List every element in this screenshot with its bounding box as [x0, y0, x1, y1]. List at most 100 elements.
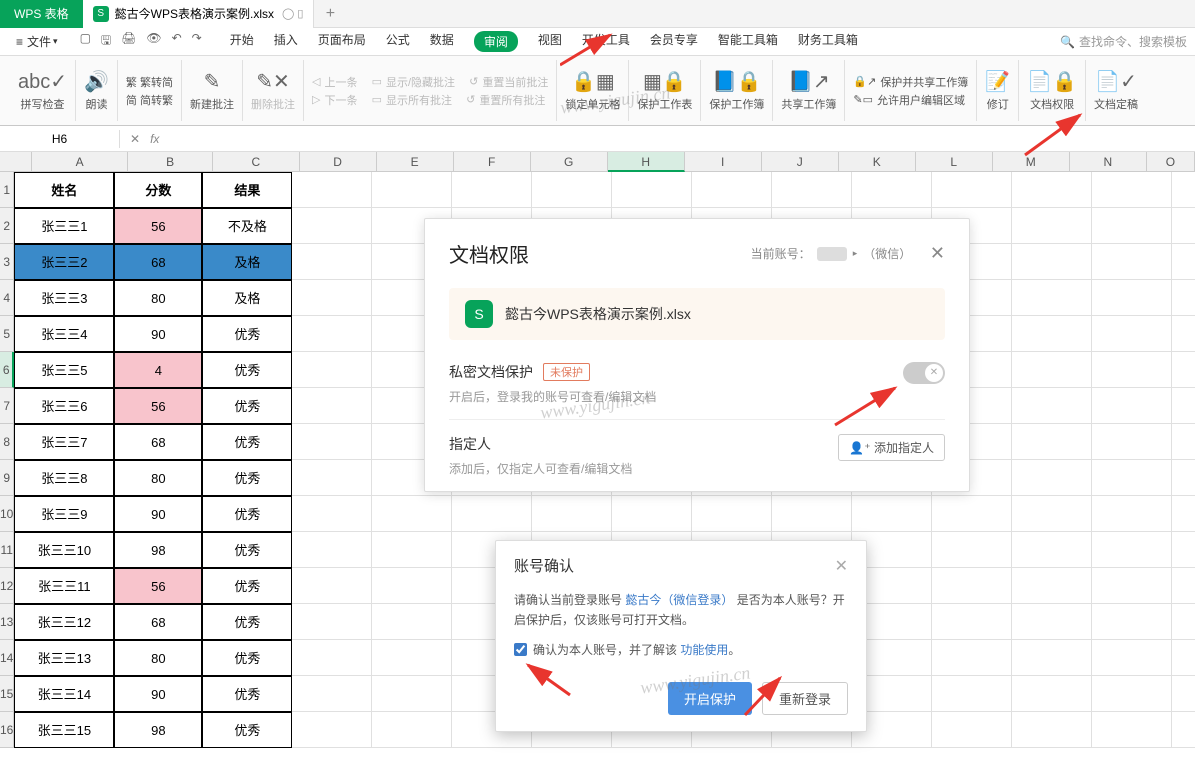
cell-D12[interactable]: [292, 568, 372, 604]
cell-M15[interactable]: [1012, 676, 1092, 712]
col-header-O[interactable]: O: [1147, 152, 1195, 172]
open-icon[interactable]: ▢: [80, 31, 91, 52]
menu-item-2[interactable]: 页面布局: [318, 31, 366, 52]
cell-D8[interactable]: [292, 424, 372, 460]
cell-L13[interactable]: [932, 604, 1012, 640]
close-button[interactable]: ✕: [835, 556, 848, 576]
cell-C6[interactable]: 优秀: [202, 352, 292, 388]
cell-E12[interactable]: [372, 568, 452, 604]
cell-B11[interactable]: 98: [114, 532, 202, 568]
cell-M6[interactable]: [1012, 352, 1092, 388]
cell-O4[interactable]: [1172, 280, 1195, 316]
convert-group[interactable]: 繁 繁转简 简 简转繁: [118, 60, 182, 121]
cell-J10[interactable]: [772, 496, 852, 532]
cell-D3[interactable]: [292, 244, 372, 280]
cell-C5[interactable]: 优秀: [202, 316, 292, 352]
cell-O1[interactable]: [1172, 172, 1195, 208]
cell-M8[interactable]: [1012, 424, 1092, 460]
cell-A12[interactable]: 张三三11: [14, 568, 114, 604]
cell-M12[interactable]: [1012, 568, 1092, 604]
cell-C4[interactable]: 及格: [202, 280, 292, 316]
cell-A15[interactable]: 张三三14: [14, 676, 114, 712]
cell-D4[interactable]: [292, 280, 372, 316]
col-header-G[interactable]: G: [531, 152, 608, 172]
cell-A6[interactable]: 张三三5: [14, 352, 114, 388]
usage-link[interactable]: 功能使用: [680, 643, 728, 657]
close-button[interactable]: ✕: [930, 243, 945, 264]
cell-D9[interactable]: [292, 460, 372, 496]
row-header-8[interactable]: 8: [0, 424, 14, 460]
cell-D14[interactable]: [292, 640, 372, 676]
cell-C16[interactable]: 优秀: [202, 712, 292, 748]
col-header-B[interactable]: B: [128, 152, 213, 172]
cell-A11[interactable]: 张三三10: [14, 532, 114, 568]
cell-O8[interactable]: [1172, 424, 1195, 460]
cell-I10[interactable]: [692, 496, 772, 532]
cell-M1[interactable]: [1012, 172, 1092, 208]
cell-H10[interactable]: [612, 496, 692, 532]
save-icon[interactable]: 🖫: [101, 31, 111, 52]
cell-B1[interactable]: 分数: [114, 172, 202, 208]
cell-I1[interactable]: [692, 172, 772, 208]
cell-L10[interactable]: [932, 496, 1012, 532]
cell-N12[interactable]: [1092, 568, 1172, 604]
cell-B12[interactable]: 56: [114, 568, 202, 604]
cell-D13[interactable]: [292, 604, 372, 640]
cell-D1[interactable]: [292, 172, 372, 208]
col-header-J[interactable]: J: [762, 152, 839, 172]
cell-L1[interactable]: [932, 172, 1012, 208]
cell-N2[interactable]: [1092, 208, 1172, 244]
cell-K1[interactable]: [852, 172, 932, 208]
cell-N3[interactable]: [1092, 244, 1172, 280]
cell-C2[interactable]: 不及格: [202, 208, 292, 244]
cell-M14[interactable]: [1012, 640, 1092, 676]
file-menu[interactable]: ≡ 文件 ▾: [8, 33, 66, 50]
undo-icon[interactable]: ↶: [172, 31, 182, 52]
cell-A2[interactable]: 张三三1: [14, 208, 114, 244]
cell-N5[interactable]: [1092, 316, 1172, 352]
col-header-I[interactable]: I: [685, 152, 762, 172]
cell-C14[interactable]: 优秀: [202, 640, 292, 676]
row-header-6[interactable]: 6: [0, 352, 14, 388]
cell-L15[interactable]: [932, 676, 1012, 712]
cell-N7[interactable]: [1092, 388, 1172, 424]
cell-D10[interactable]: [292, 496, 372, 532]
cell-C8[interactable]: 优秀: [202, 424, 292, 460]
cell-M9[interactable]: [1012, 460, 1092, 496]
menu-item-7[interactable]: 开发工具: [582, 31, 630, 52]
show-icon[interactable]: ▭: [372, 75, 382, 88]
cell-N13[interactable]: [1092, 604, 1172, 640]
prev-icon[interactable]: ◁: [312, 75, 320, 88]
cell-D11[interactable]: [292, 532, 372, 568]
cell-O16[interactable]: [1172, 712, 1195, 748]
share-book-button[interactable]: 📘↗ 共享工作簿: [773, 60, 845, 121]
row-header-10[interactable]: 10: [0, 496, 14, 532]
new-comment-button[interactable]: ✎ 新建批注: [182, 60, 243, 121]
col-header-F[interactable]: F: [454, 152, 531, 172]
row-header-13[interactable]: 13: [0, 604, 14, 640]
cell-G1[interactable]: [532, 172, 612, 208]
col-header-E[interactable]: E: [377, 152, 454, 172]
col-header-K[interactable]: K: [839, 152, 916, 172]
cell-O3[interactable]: [1172, 244, 1195, 280]
cell-A5[interactable]: 张三三4: [14, 316, 114, 352]
cell-N10[interactable]: [1092, 496, 1172, 532]
cell-B14[interactable]: 80: [114, 640, 202, 676]
cell-L16[interactable]: [932, 712, 1012, 748]
col-header-C[interactable]: C: [213, 152, 300, 172]
cell-N11[interactable]: [1092, 532, 1172, 568]
doc-final-button[interactable]: 📄✓ 文档定稿: [1086, 60, 1146, 121]
cell-D15[interactable]: [292, 676, 372, 712]
row-header-15[interactable]: 15: [0, 676, 14, 712]
cell-C1[interactable]: 结果: [202, 172, 292, 208]
col-header-M[interactable]: M: [993, 152, 1070, 172]
col-header-H[interactable]: H: [608, 152, 685, 172]
redo-icon[interactable]: ↷: [192, 31, 202, 52]
cell-B8[interactable]: 68: [114, 424, 202, 460]
delete-comment-button[interactable]: ✎✕ 删除批注: [243, 60, 304, 121]
cell-M11[interactable]: [1012, 532, 1092, 568]
row-header-1[interactable]: 1: [0, 172, 14, 208]
cell-C10[interactable]: 优秀: [202, 496, 292, 532]
enable-protect-button[interactable]: 开启保护: [668, 682, 752, 715]
menu-item-6[interactable]: 视图: [538, 31, 562, 52]
